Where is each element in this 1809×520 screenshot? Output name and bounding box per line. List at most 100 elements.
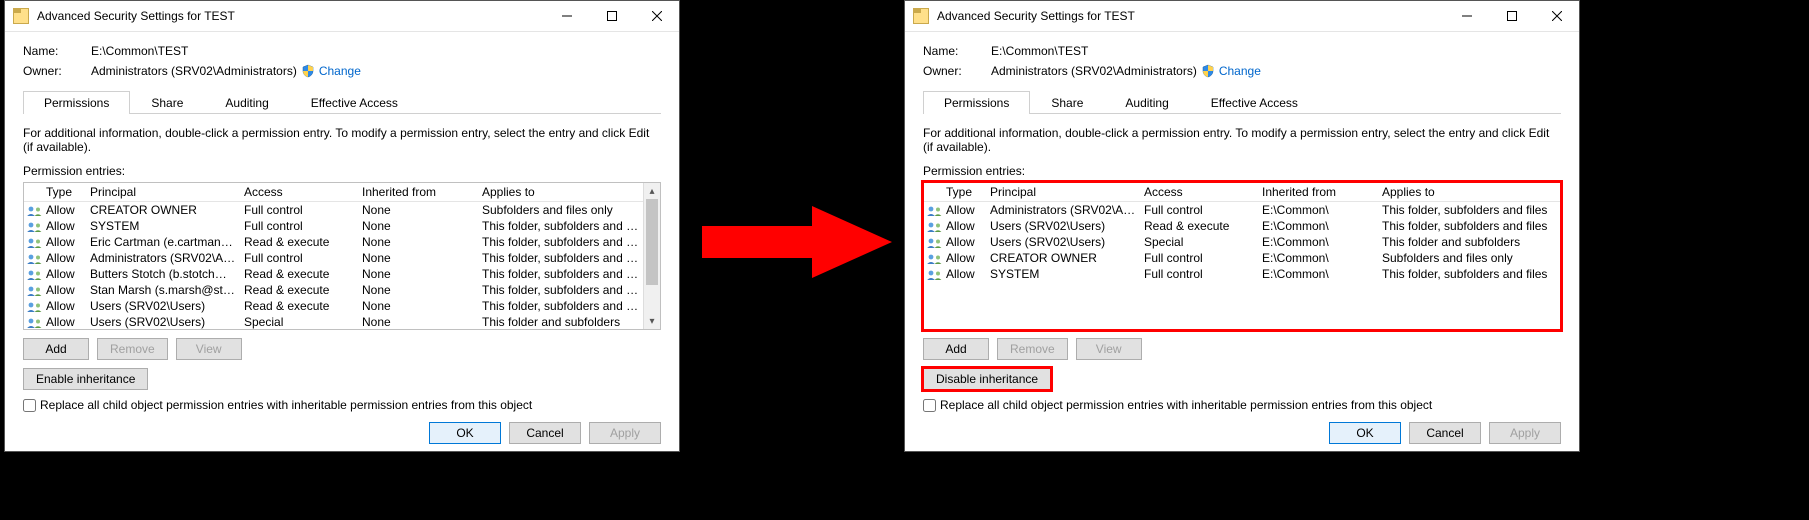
cell-type: Allow [942,234,986,250]
cell-type: Allow [42,298,86,314]
replace-children-checkbox[interactable] [23,399,36,412]
table-row[interactable]: AllowSYSTEMFull controlE:\Common\This fo… [924,266,1560,282]
titlebar[interactable]: Advanced Security Settings for TEST [5,1,679,32]
add-button[interactable]: Add [23,338,89,360]
principal-icon [928,270,942,280]
cancel-button[interactable]: Cancel [509,422,581,444]
tab-permissions[interactable]: Permissions [23,91,130,114]
tab-permissions[interactable]: Permissions [923,91,1030,114]
scroll-down-icon[interactable]: ▾ [644,313,660,329]
info-text: For additional information, double-click… [23,126,661,154]
ok-button[interactable]: OK [1329,422,1401,444]
table-row[interactable]: AllowStan Marsh (s.marsh@std.loc...Read … [24,282,660,298]
cell-applies: This folder, subfolders and files [1378,202,1560,219]
principal-icon [28,222,42,232]
cell-applies: This folder, subfolders and files [478,218,644,234]
cell-inherited: None [358,234,478,250]
col-inherited[interactable]: Inherited from [358,183,478,202]
cell-access: Special [240,314,358,330]
cell-access: Read & execute [240,298,358,314]
maximize-button[interactable] [1489,1,1534,31]
cell-applies: This folder and subfolders [478,314,644,330]
col-type[interactable]: Type [942,183,986,202]
table-row[interactable]: AllowEric Cartman (e.cartman@st...Read &… [24,234,660,250]
col-principal[interactable]: Principal [986,183,1140,202]
principal-icon [928,222,942,232]
remove-button[interactable]: Remove [997,338,1068,360]
permission-entries-list[interactable]: Type Principal Access Inherited from App… [923,182,1561,330]
cell-type: Allow [42,314,86,330]
cell-applies: This folder, subfolders and files [478,234,644,250]
table-row[interactable]: AllowCREATOR OWNERFull controlNoneSubfol… [24,202,660,219]
tab-effective-access[interactable]: Effective Access [290,91,419,114]
add-button[interactable]: Add [923,338,989,360]
folder-icon [13,8,29,24]
table-row[interactable]: AllowSYSTEMFull controlNoneThis folder, … [24,218,660,234]
table-row[interactable]: AllowAdministrators (SRV02\Admi...Full c… [24,250,660,266]
permission-entries-label: Permission entries: [923,164,1561,178]
scrollbar[interactable]: ▴ ▾ [643,183,660,329]
tab-effective-access[interactable]: Effective Access [1190,91,1319,114]
minimize-button[interactable] [544,1,589,31]
tab-auditing[interactable]: Auditing [204,91,289,114]
close-button[interactable] [634,1,679,31]
maximize-button[interactable] [589,1,634,31]
table-row[interactable]: AllowButters Stotch (b.stotch@st...Read … [24,266,660,282]
cell-access: Full control [240,218,358,234]
arrow-icon [702,206,892,278]
permission-entries-list[interactable]: Type Principal Access Inherited from App… [23,182,661,330]
col-type[interactable]: Type [42,183,86,202]
col-principal[interactable]: Principal [86,183,240,202]
cell-applies: This folder, subfolders and files [478,250,644,266]
cell-principal: SYSTEM [986,266,1140,282]
close-button[interactable] [1534,1,1579,31]
cell-inherited: E:\Common\ [1258,202,1378,219]
col-applies[interactable]: Applies to [1378,183,1560,202]
table-row[interactable]: AllowUsers (SRV02\Users)SpecialNoneThis … [24,314,660,330]
cell-type: Allow [42,250,86,266]
titlebar[interactable]: Advanced Security Settings for TEST [905,1,1579,32]
owner-label: Owner: [923,64,991,78]
table-row[interactable]: AllowUsers (SRV02\Users)Read & executeE:… [924,218,1560,234]
cell-access: Full control [240,202,358,219]
ok-button[interactable]: OK [429,422,501,444]
principal-icon [28,302,42,312]
disable-inheritance-button[interactable]: Disable inheritance [923,368,1051,390]
table-row[interactable]: AllowAdministrators (SRV02\Admin...Full … [924,202,1560,219]
apply-button[interactable]: Apply [589,422,661,444]
table-row[interactable]: AllowUsers (SRV02\Users)SpecialE:\Common… [924,234,1560,250]
cell-principal: Stan Marsh (s.marsh@std.loc... [86,282,240,298]
cell-inherited: None [358,202,478,219]
principal-icon [28,318,42,328]
cell-type: Allow [42,282,86,298]
cell-inherited: E:\Common\ [1258,250,1378,266]
view-button[interactable]: View [1076,338,1142,360]
folder-icon [913,8,929,24]
cell-inherited: None [358,314,478,330]
scroll-up-icon[interactable]: ▴ [644,183,660,199]
table-row[interactable]: AllowCREATOR OWNERFull controlE:\Common\… [924,250,1560,266]
change-owner-link[interactable]: Change [319,64,361,78]
cell-applies: Subfolders and files only [1378,250,1560,266]
apply-button[interactable]: Apply [1489,422,1561,444]
view-button[interactable]: View [176,338,242,360]
tab-strip: Permissions Share Auditing Effective Acc… [923,90,1561,114]
cancel-button[interactable]: Cancel [1409,422,1481,444]
cell-access: Read & execute [240,234,358,250]
minimize-button[interactable] [1444,1,1489,31]
tab-share[interactable]: Share [1030,91,1104,114]
remove-button[interactable]: Remove [97,338,168,360]
col-access[interactable]: Access [240,183,358,202]
col-applies[interactable]: Applies to [478,183,644,202]
tab-share[interactable]: Share [130,91,204,114]
col-inherited[interactable]: Inherited from [1258,183,1378,202]
col-access[interactable]: Access [1140,183,1258,202]
enable-inheritance-button[interactable]: Enable inheritance [23,368,148,390]
table-row[interactable]: AllowUsers (SRV02\Users)Read & executeNo… [24,298,660,314]
cell-principal: Users (SRV02\Users) [86,314,240,330]
permission-entries-label: Permission entries: [23,164,661,178]
change-owner-link[interactable]: Change [1219,64,1261,78]
tab-auditing[interactable]: Auditing [1104,91,1189,114]
scroll-thumb[interactable] [646,199,658,285]
replace-children-checkbox[interactable] [923,399,936,412]
